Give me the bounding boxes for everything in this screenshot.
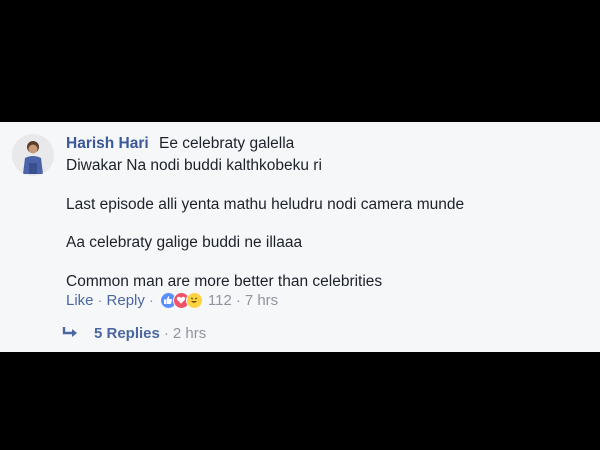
comment-panel: Harish Hari Ee celebraty galella Diwakar…: [0, 122, 600, 352]
comment-timestamp[interactable]: 7 hrs: [245, 292, 278, 309]
comment-actions: Like · Reply · 112 · 7 hrs: [66, 290, 278, 310]
replies-row[interactable]: 5 Replies · 2 hrs: [62, 323, 206, 343]
view-replies-link[interactable]: 5 Replies: [94, 325, 160, 342]
comment-text-line: Last episode alli yenta mathu heludru no…: [66, 196, 465, 213]
comment-text-line: Diwakar Na nodi buddi kalthkobeku ri: [66, 157, 322, 174]
reaction-count: 112: [207, 291, 232, 309]
avatar[interactable]: [12, 134, 54, 176]
separator-dot: ·: [235, 291, 241, 309]
comment-text-line: Aa celebraty galige buddi ne illaaa: [66, 234, 303, 251]
comment-author[interactable]: Harish Hari: [66, 135, 149, 153]
reply-arrow-icon: [62, 327, 77, 337]
comment-text-line: Ee celebraty galella: [159, 135, 295, 152]
replies-timestamp: 2 hrs: [172, 324, 207, 342]
separator-dot: ·: [163, 324, 169, 342]
separator-dot: ·: [148, 291, 154, 309]
comment-text-line: Common man are more better than celebrit…: [66, 273, 383, 290]
reactions-summary[interactable]: [159, 291, 203, 309]
haha-icon: [185, 291, 203, 309]
reply-button[interactable]: Reply: [107, 292, 145, 309]
separator-dot: ·: [97, 291, 103, 309]
like-button[interactable]: Like: [66, 292, 94, 309]
